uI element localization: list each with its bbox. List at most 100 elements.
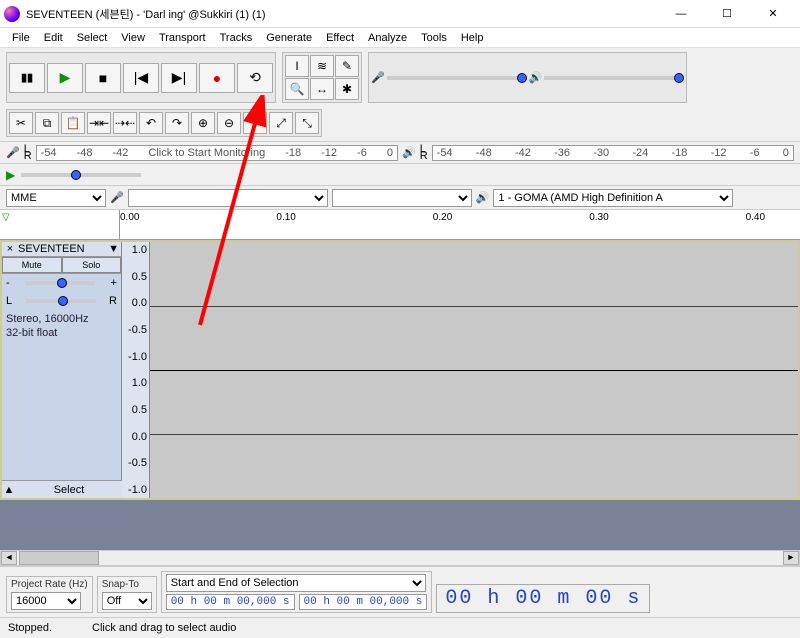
rec-meter-mic-icon[interactable]: 🎤: [6, 146, 20, 159]
skip-end-button[interactable]: ▶|: [161, 63, 197, 93]
play-at-speed-button[interactable]: ▶: [6, 168, 15, 182]
track-select-button[interactable]: Select: [16, 484, 122, 496]
play-meter-lr: LR: [420, 146, 428, 160]
status-state: Stopped.: [8, 622, 52, 634]
minimize-button[interactable]: —: [658, 0, 704, 28]
loop-button[interactable]: ⟲: [237, 63, 273, 93]
project-rate-label: Project Rate (Hz): [11, 579, 88, 590]
title-bar: SEVENTEEN (세븐틴) - 'Darl ing' @Sukkiri (1…: [0, 0, 800, 28]
track-menu-dropdown-icon[interactable]: ▼: [108, 243, 119, 255]
rec-meter-lr: LR: [24, 146, 32, 160]
zoom-out-button[interactable]: ⊖: [217, 112, 241, 134]
solo-button[interactable]: Solo: [62, 257, 122, 273]
meter-row: 🎤 LR -54 -48 -42 Click to Start Monitori…: [0, 142, 800, 164]
menu-tracks[interactable]: Tracks: [214, 30, 259, 46]
selection-toolbar: Project Rate (Hz) 16000 Snap-To Off Star…: [0, 566, 800, 617]
status-hint: Click and drag to select audio: [92, 622, 236, 634]
track-control-panel: × SEVENTEEN ▼ Mute Solo -+ LR Stereo, 16…: [2, 242, 122, 498]
menu-select[interactable]: Select: [71, 30, 114, 46]
menu-transport[interactable]: Transport: [153, 30, 212, 46]
zoom-fit-button[interactable]: ⤢: [269, 112, 293, 134]
redo-button[interactable]: ↷: [165, 112, 189, 134]
horizontal-scrollbar[interactable]: ◄ ►: [0, 550, 800, 566]
rec-volume-slider[interactable]: [387, 76, 527, 80]
zoom-sel-button[interactable]: ⌕: [243, 112, 267, 134]
zoom-toggle-button[interactable]: ⤡: [295, 112, 319, 134]
audio-position-display[interactable]: 00 h 00 m 00 s: [436, 584, 650, 613]
scroll-left-button[interactable]: ◄: [1, 551, 17, 565]
mic-icon: 🎤: [371, 71, 385, 84]
tools-toolbar: I ≋ ✎ 🔍 ↔ ✱: [282, 52, 362, 103]
menu-help[interactable]: Help: [455, 30, 490, 46]
scroll-thumb[interactable]: [19, 551, 99, 565]
app-logo-icon: [4, 6, 20, 22]
status-bar: Stopped. Click and drag to select audio: [0, 617, 800, 637]
selection-tool-button[interactable]: I: [285, 55, 309, 77]
undo-button[interactable]: ↶: [139, 112, 163, 134]
menu-bar: File Edit Select View Transport Tracks G…: [0, 28, 800, 48]
selection-start-time[interactable]: 00 h 00 m 00,000 s: [166, 594, 295, 610]
mute-button[interactable]: Mute: [2, 257, 62, 273]
playback-device-select[interactable]: 1 - GOMA (AMD High Definition A: [493, 189, 733, 207]
project-rate-select[interactable]: 16000: [11, 592, 81, 610]
silence-button[interactable]: ⇢⇠: [113, 112, 137, 134]
transport-toolbar: ▮▮ ▶ ■ |◀ ▶| ● ⟲: [6, 52, 276, 103]
record-button[interactable]: ●: [199, 63, 235, 93]
playback-speed-slider[interactable]: [21, 173, 141, 177]
recording-meter[interactable]: -54 -48 -42 Click to Start Monitoring -1…: [36, 145, 398, 161]
copy-button[interactable]: ⧉: [35, 112, 59, 134]
window-title: SEVENTEEN (세븐틴) - 'Darl ing' @Sukkiri (1…: [26, 6, 658, 22]
rec-device-mic-icon: 🎤: [110, 191, 124, 204]
pause-button[interactable]: ▮▮: [9, 63, 45, 93]
play-volume-slider[interactable]: [544, 76, 684, 80]
playback-speed-row: ▶: [0, 164, 800, 186]
scroll-right-button[interactable]: ►: [783, 551, 799, 565]
speaker-icon: 🔊: [529, 71, 543, 84]
rec-volume-toolbar: 🎤 🔊: [368, 52, 687, 103]
pin-indicator-icon: ▽: [2, 212, 10, 223]
pan-slider[interactable]: [26, 299, 96, 303]
selection-end-time[interactable]: 00 h 00 m 00,000 s: [299, 594, 428, 610]
track-name[interactable]: SEVENTEEN: [16, 243, 108, 255]
snap-to-select[interactable]: Off: [102, 592, 152, 610]
click-to-monitor[interactable]: Click to Start Monitoring: [148, 147, 265, 159]
recording-device-select[interactable]: [128, 189, 328, 207]
empty-track-space: [0, 500, 800, 550]
play-device-speaker-icon: 🔊: [476, 191, 490, 204]
stop-button[interactable]: ■: [85, 63, 121, 93]
trim-button[interactable]: ⇥⇤: [87, 112, 111, 134]
paste-button[interactable]: 📋: [61, 112, 85, 134]
play-button[interactable]: ▶: [47, 63, 83, 93]
menu-analyze[interactable]: Analyze: [362, 30, 413, 46]
waveform-canvas[interactable]: [150, 242, 798, 498]
edit-toolbar: ✂ ⧉ 📋 ⇥⇤ ⇢⇠ ↶ ↷ ⊕ ⊖ ⌕ ⤢ ⤡: [6, 109, 322, 137]
toolbar-area: ▮▮ ▶ ■ |◀ ▶| ● ⟲ I ≋ ✎ 🔍 ↔ ✱ 🎤 🔊 ✂ ⧉ 📋 ⇥…: [0, 48, 800, 142]
menu-file[interactable]: File: [6, 30, 36, 46]
skip-start-button[interactable]: |◀: [123, 63, 159, 93]
menu-generate[interactable]: Generate: [260, 30, 318, 46]
playback-meter: -54 -48 -42 -36 -30 -24 -18 -12 -6 0: [432, 145, 794, 161]
track-close-button[interactable]: ×: [4, 243, 16, 255]
timeline-ruler[interactable]: ▽ 0.00 0.10 0.20 0.30 0.40: [0, 210, 800, 240]
amplitude-scale: 1.00.50.0-0.5-1.01.00.50.0-0.5-1.0: [122, 242, 150, 498]
draw-tool-button[interactable]: ✎: [335, 55, 359, 77]
zoom-tool-button[interactable]: 🔍: [285, 78, 309, 100]
zoom-in-button[interactable]: ⊕: [191, 112, 215, 134]
audio-host-select[interactable]: MME: [6, 189, 106, 207]
track-format-info: Stereo, 16000Hz32-bit float: [2, 310, 121, 343]
menu-effect[interactable]: Effect: [320, 30, 360, 46]
menu-tools[interactable]: Tools: [415, 30, 453, 46]
close-button[interactable]: ✕: [750, 0, 796, 28]
track-collapse-button[interactable]: ▲: [2, 484, 16, 496]
timeshift-tool-button[interactable]: ↔: [310, 78, 334, 100]
gain-slider[interactable]: [25, 281, 95, 285]
maximize-button[interactable]: ☐: [704, 0, 750, 28]
menu-view[interactable]: View: [115, 30, 151, 46]
envelope-tool-button[interactable]: ≋: [310, 55, 334, 77]
selection-format-select[interactable]: Start and End of Selection: [166, 574, 426, 592]
snap-to-label: Snap-To: [102, 579, 152, 590]
cut-button[interactable]: ✂: [9, 112, 33, 134]
multi-tool-button[interactable]: ✱: [335, 78, 359, 100]
menu-edit[interactable]: Edit: [38, 30, 69, 46]
recording-channels-select[interactable]: [332, 189, 472, 207]
